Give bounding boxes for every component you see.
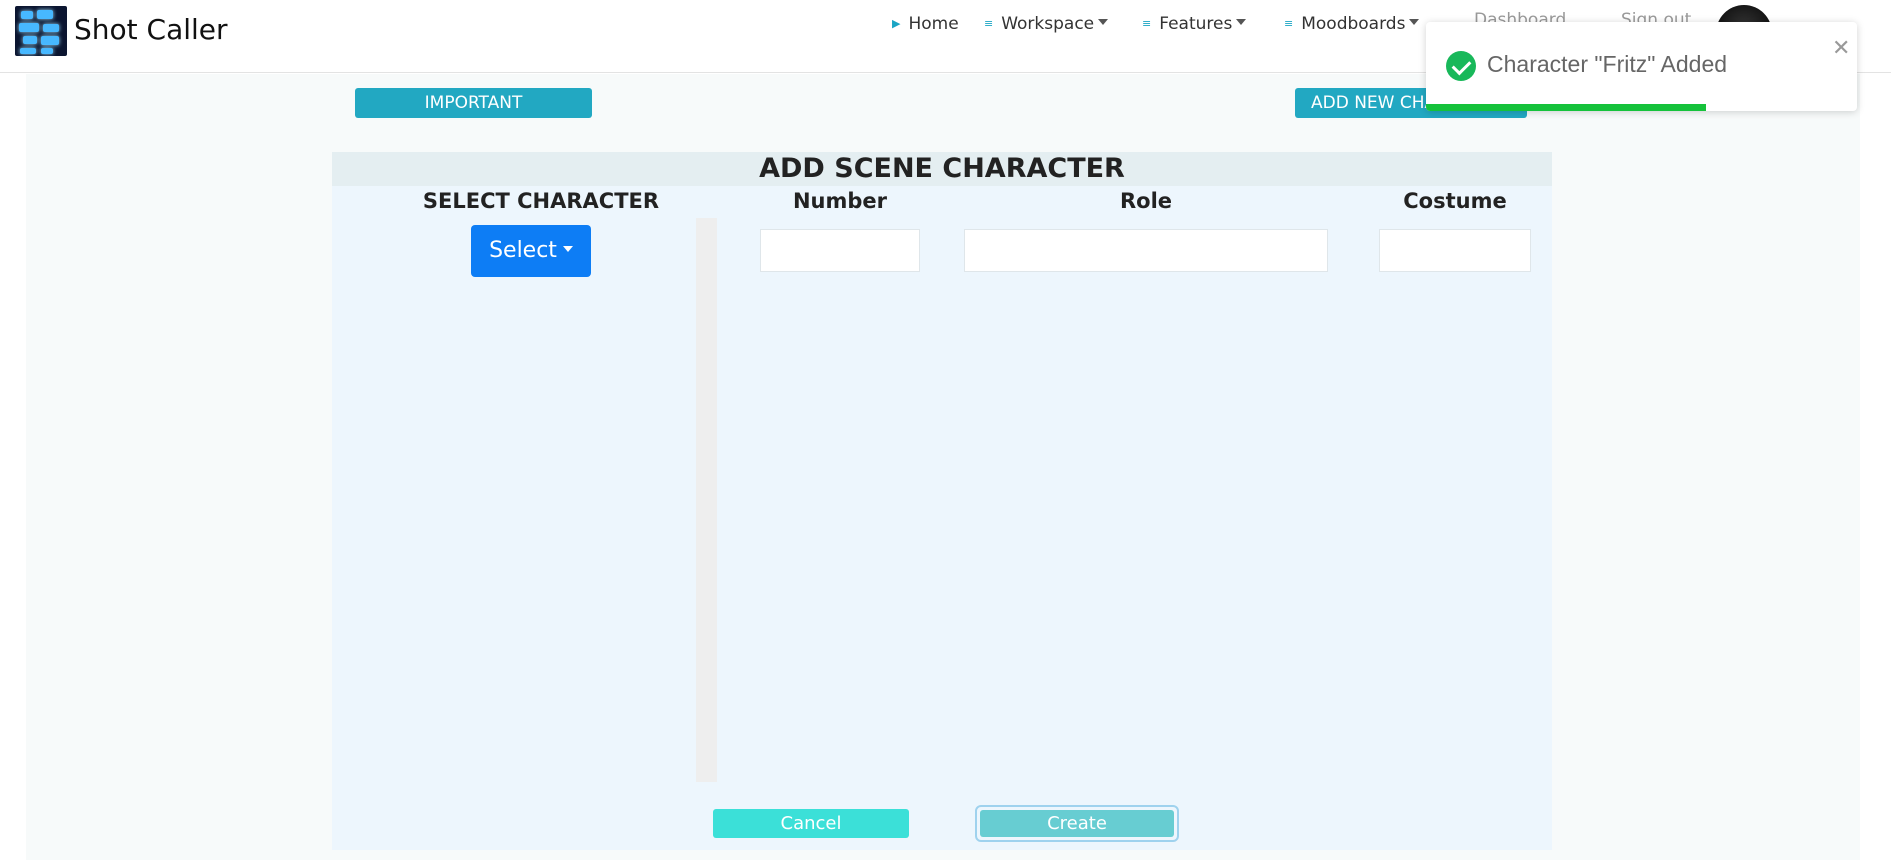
list-icon: ≡ — [1284, 17, 1294, 30]
list-icon: ≡ — [1142, 17, 1152, 30]
chevron-down-icon — [1409, 19, 1420, 25]
create-button[interactable]: Create — [975, 805, 1179, 842]
nav-workspace-label: Workspace — [1001, 14, 1095, 34]
check-circle-icon — [1446, 51, 1476, 81]
form-title: ADD SCENE CHARACTER — [332, 152, 1552, 186]
select-label: Select — [489, 238, 557, 263]
nav-workspace[interactable]: ≡ Workspace — [984, 14, 1109, 34]
nav-moodboards-label: Moodboards — [1301, 14, 1406, 34]
nav-home[interactable]: ▶ Home — [892, 14, 959, 34]
nav-features-label: Features — [1159, 14, 1233, 34]
select-character-dropdown[interactable]: Select — [471, 225, 591, 277]
app-logo[interactable] — [15, 6, 67, 56]
nav-home-label: Home — [908, 14, 959, 34]
chevron-down-icon — [1098, 19, 1109, 25]
number-heading: Number — [792, 189, 888, 213]
chevron-down-icon — [562, 246, 573, 252]
nav-features[interactable]: ≡ Features — [1142, 14, 1247, 34]
toast-message: Character "Fritz" Added — [1487, 51, 1728, 77]
play-icon: ▶ — [892, 17, 901, 30]
add-scene-character-form: ADD SCENE CHARACTER SELECT CHARACTER Num… — [332, 152, 1552, 850]
toast-progress-bar — [1426, 104, 1707, 111]
important-button[interactable]: IMPORTANT — [355, 88, 592, 118]
select-character-heading: SELECT CHARACTER — [422, 189, 660, 213]
close-icon[interactable]: ✕ — [1832, 36, 1850, 61]
nav-moodboards[interactable]: ≡ Moodboards — [1284, 14, 1420, 34]
costume-heading: Costume — [1403, 189, 1507, 213]
role-input[interactable] — [964, 229, 1328, 272]
costume-input[interactable] — [1379, 229, 1531, 272]
chevron-down-icon — [1236, 19, 1247, 25]
brand-name[interactable]: Shot Caller — [74, 13, 228, 46]
cancel-button[interactable]: Cancel — [713, 809, 909, 838]
number-input[interactable] — [760, 229, 920, 272]
list-icon: ≡ — [984, 17, 994, 30]
create-button-label: Create — [980, 810, 1174, 837]
success-toast: Character "Fritz" Added ✕ — [1426, 22, 1857, 111]
character-list-scrollbar[interactable] — [696, 218, 717, 782]
role-heading: Role — [1119, 189, 1173, 213]
